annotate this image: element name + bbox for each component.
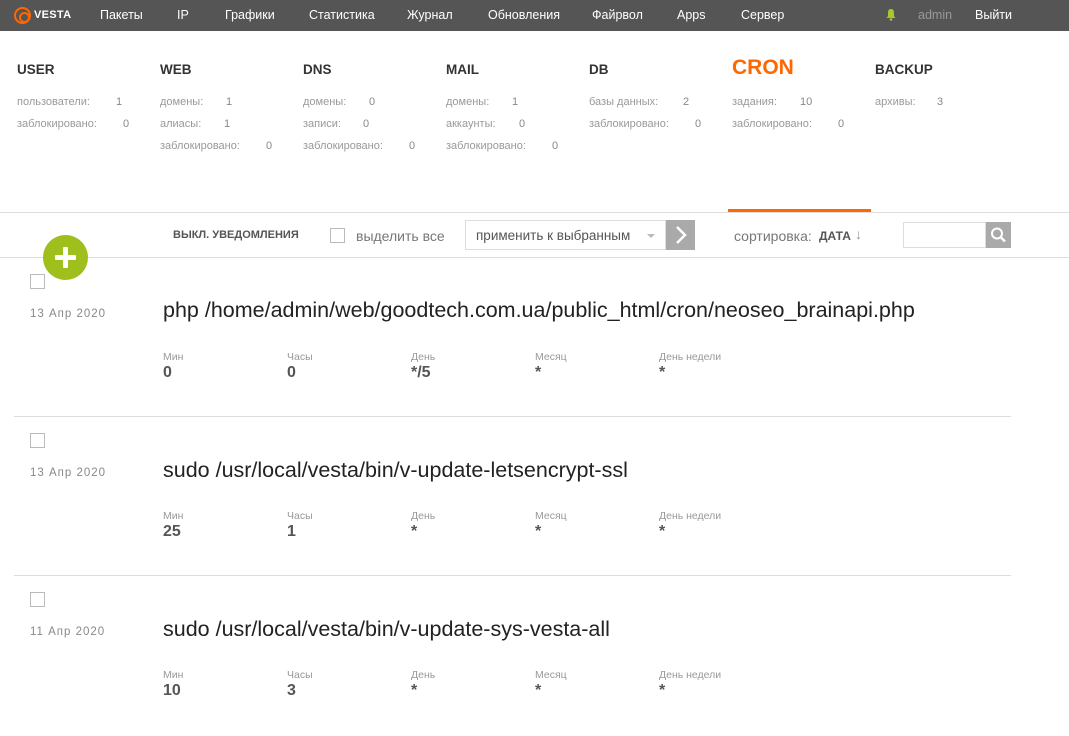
search-icon bbox=[991, 227, 1006, 243]
nav-updates[interactable]: Обновления bbox=[488, 8, 560, 22]
chevron-down-icon bbox=[647, 234, 655, 238]
field-month: Месяц * bbox=[535, 669, 567, 699]
stat-user-title: USER bbox=[17, 62, 55, 77]
sort-by-date-button[interactable]: ДАТА bbox=[819, 229, 851, 243]
stat-dns-suspended: заблокировано: 0 bbox=[303, 140, 416, 152]
stat-mail[interactable]: MAIL bbox=[446, 62, 479, 80]
bulk-action-select[interactable]: применить к выбранным bbox=[465, 220, 666, 250]
job-date: 13 Апр 2020 bbox=[30, 308, 107, 320]
stat-web[interactable]: WEB bbox=[160, 62, 192, 80]
mute-notifications-link[interactable]: ВЫКЛ. УВЕДОМЛЕНИЯ bbox=[173, 229, 299, 241]
stat-user[interactable]: USER bbox=[17, 62, 55, 80]
row-checkbox[interactable] bbox=[30, 274, 45, 289]
top-navbar: VESTA Пакеты IP Графики Статистика Журна… bbox=[0, 0, 1069, 31]
field-hour: Часы 0 bbox=[287, 351, 313, 381]
nav-statistics[interactable]: Статистика bbox=[309, 8, 375, 22]
job-command[interactable]: php /home/admin/web/goodtech.com.ua/publ… bbox=[163, 298, 915, 323]
nav-server[interactable]: Сервер bbox=[741, 8, 784, 22]
stat-web-title: WEB bbox=[160, 62, 192, 77]
field-day: День * bbox=[411, 510, 436, 540]
field-min: Мин 0 bbox=[163, 351, 184, 381]
field-hour: Часы 3 bbox=[287, 669, 313, 699]
nav-graphs[interactable]: Графики bbox=[225, 8, 275, 22]
stat-web-domains: домены: 1 bbox=[160, 96, 233, 108]
field-day: День */5 bbox=[411, 351, 436, 381]
field-weekday: День недели * bbox=[659, 669, 722, 699]
stat-dns[interactable]: DNS bbox=[303, 62, 332, 80]
row-checkbox[interactable] bbox=[30, 433, 45, 448]
stat-mail-domains: домены: 1 bbox=[446, 96, 519, 108]
nav-packages[interactable]: Пакеты bbox=[100, 8, 143, 22]
nav-apps[interactable]: Apps bbox=[677, 8, 706, 22]
field-month: Месяц * bbox=[535, 351, 567, 381]
stat-db-suspended: заблокировано: 0 bbox=[589, 118, 702, 130]
chevron-right-icon bbox=[676, 226, 687, 244]
field-min: Мин 25 bbox=[163, 510, 184, 540]
stat-db[interactable]: DB bbox=[589, 62, 609, 80]
field-hour: Часы 1 bbox=[287, 510, 313, 540]
nav-ip[interactable]: IP bbox=[177, 8, 189, 22]
stat-cron-suspended: заблокировано: 0 bbox=[732, 118, 845, 130]
stat-web-aliases: алиасы: 1 bbox=[160, 118, 231, 130]
stat-cron-title: CRON bbox=[732, 56, 794, 79]
field-weekday: День недели * bbox=[659, 351, 722, 381]
stat-user-suspended: заблокировано: 0 bbox=[17, 118, 130, 130]
stat-db-title: DB bbox=[589, 62, 609, 77]
job-command[interactable]: sudo /usr/local/vesta/bin/v-update-letse… bbox=[163, 458, 628, 483]
vesta-logo[interactable]: VESTA bbox=[14, 6, 71, 24]
username-link[interactable]: admin bbox=[918, 8, 952, 22]
logout-link[interactable]: Выйти bbox=[975, 8, 1012, 22]
sort-direction-icon[interactable]: ↓ bbox=[855, 226, 862, 242]
stat-web-suspended: заблокировано: 0 bbox=[160, 140, 273, 152]
stat-user-users: пользователи: 1 bbox=[17, 96, 123, 108]
vesta-logo-icon bbox=[14, 6, 31, 24]
select-all-label[interactable]: выделить все bbox=[356, 228, 445, 244]
stat-mail-accounts: аккаунты: 0 bbox=[446, 118, 526, 130]
cron-job-row[interactable]: 11 Апр 2020 sudo /usr/local/vesta/bin/v-… bbox=[0, 576, 1069, 736]
stat-db-databases: базы данных: 2 bbox=[589, 96, 690, 108]
bulk-action-label: применить к выбранным bbox=[476, 228, 631, 243]
cron-job-row[interactable]: 13 Апр 2020 sudo /usr/local/vesta/bin/v-… bbox=[0, 417, 1069, 577]
row-checkbox[interactable] bbox=[30, 592, 45, 607]
job-date: 13 Апр 2020 bbox=[30, 467, 107, 479]
apply-button[interactable] bbox=[666, 220, 695, 250]
field-min: Мин 10 bbox=[163, 669, 184, 699]
stat-cron-jobs: задания: 10 bbox=[732, 96, 813, 108]
nav-log[interactable]: Журнал bbox=[407, 8, 453, 22]
stat-dns-domains: домены: 0 bbox=[303, 96, 376, 108]
stat-backup-archives: архивы: 3 bbox=[875, 96, 944, 108]
sort-label: сортировка: bbox=[734, 228, 812, 244]
stats-divider bbox=[0, 212, 1069, 213]
cron-job-row[interactable]: 13 Апр 2020 php /home/admin/web/goodtech… bbox=[0, 258, 1069, 418]
search-input[interactable] bbox=[903, 222, 986, 248]
search-button[interactable] bbox=[986, 222, 1011, 248]
logo-text: VESTA bbox=[34, 9, 72, 21]
stat-mail-suspended: заблокировано: 0 bbox=[446, 140, 559, 152]
select-all-checkbox[interactable] bbox=[330, 228, 345, 243]
stat-cron[interactable]: CRON bbox=[732, 56, 794, 80]
field-day: День * bbox=[411, 669, 436, 699]
job-date: 11 Апр 2020 bbox=[30, 626, 106, 638]
bell-icon[interactable] bbox=[885, 8, 897, 21]
job-command[interactable]: sudo /usr/local/vesta/bin/v-update-sys-v… bbox=[163, 617, 610, 642]
stat-backup-title: BACKUP bbox=[875, 62, 933, 77]
field-weekday: День недели * bbox=[659, 510, 722, 540]
stat-dns-title: DNS bbox=[303, 62, 332, 77]
field-month: Месяц * bbox=[535, 510, 567, 540]
stat-mail-title: MAIL bbox=[446, 62, 479, 77]
stat-dns-records: записи: 0 bbox=[303, 118, 370, 130]
nav-firewall[interactable]: Файрвол bbox=[592, 8, 643, 22]
stat-backup[interactable]: BACKUP bbox=[875, 62, 933, 80]
